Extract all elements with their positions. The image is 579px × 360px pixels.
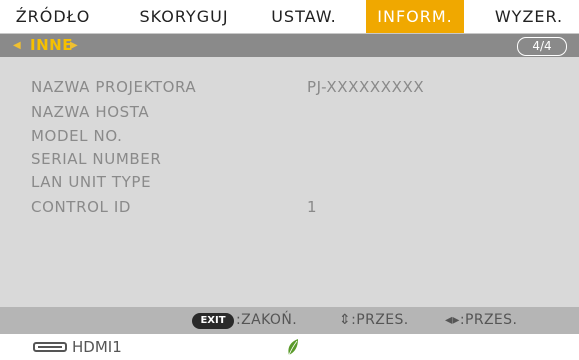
tab-wyzer[interactable]: WYZER. bbox=[486, 0, 572, 33]
info-row-control-id: CONTROL ID 1 bbox=[31, 196, 317, 218]
triangle-right-icon[interactable]: ▶ bbox=[70, 34, 78, 57]
main-menu-tabs: ŹRÓDŁO SKORYGUJ USTAW. INFORM. WYZER. bbox=[0, 0, 579, 34]
status-bar: HDMI1 bbox=[0, 334, 579, 360]
info-panel: NAZWA PROJEKTORA PJ-XXXXXXXXX NAZWA HOST… bbox=[0, 57, 579, 307]
info-value: PJ-XXXXXXXXX bbox=[307, 78, 425, 96]
info-row-serial-number: SERIAL NUMBER bbox=[31, 148, 161, 170]
input-source: HDMI1 bbox=[72, 338, 122, 356]
hdmi-connector-icon bbox=[33, 342, 67, 352]
info-label: LAN UNIT TYPE bbox=[31, 173, 152, 191]
submenu-bar: ◀ INNE ▶ 4/4 bbox=[0, 34, 579, 57]
tab-skoryguj[interactable]: SKORYGUJ bbox=[133, 0, 235, 33]
page-indicator: 4/4 bbox=[517, 37, 567, 56]
info-label: NAZWA PROJEKTORA bbox=[31, 78, 197, 96]
submenu-title: INNE bbox=[30, 36, 73, 54]
info-label: NAZWA HOSTA bbox=[31, 103, 150, 121]
tab-inform[interactable]: INFORM. bbox=[366, 0, 464, 33]
info-label: CONTROL ID bbox=[31, 198, 131, 216]
info-row-projector-name: NAZWA PROJEKTORA PJ-XXXXXXXXX bbox=[31, 76, 424, 98]
exit-key-icon[interactable]: EXIT bbox=[192, 313, 234, 329]
info-label: MODEL NO. bbox=[31, 127, 123, 145]
updown-hint: ⇕:PRZES. bbox=[339, 312, 409, 328]
leftright-hint: ◂▸:PRZES. bbox=[445, 312, 518, 328]
info-label: SERIAL NUMBER bbox=[31, 150, 162, 168]
triangle-left-icon[interactable]: ◀ bbox=[13, 34, 21, 57]
info-value: 1 bbox=[307, 198, 318, 216]
info-row-lan-unit-type: LAN UNIT TYPE bbox=[31, 171, 151, 193]
info-row-host-name: NAZWA HOSTA bbox=[31, 101, 149, 123]
footer-hints: EXIT :ZAKOŃ. ⇕:PRZES. ◂▸:PRZES. bbox=[0, 307, 579, 334]
tab-ustaw[interactable]: USTAW. bbox=[263, 0, 345, 33]
projector-osd: ŹRÓDŁO SKORYGUJ USTAW. INFORM. WYZER. ◀ … bbox=[0, 0, 579, 360]
exit-hint: :ZAKOŃ. bbox=[236, 312, 298, 328]
info-row-model-no: MODEL NO. bbox=[31, 125, 123, 147]
tab-zrodlo[interactable]: ŹRÓDŁO bbox=[14, 0, 92, 33]
leaf-icon bbox=[288, 339, 298, 356]
